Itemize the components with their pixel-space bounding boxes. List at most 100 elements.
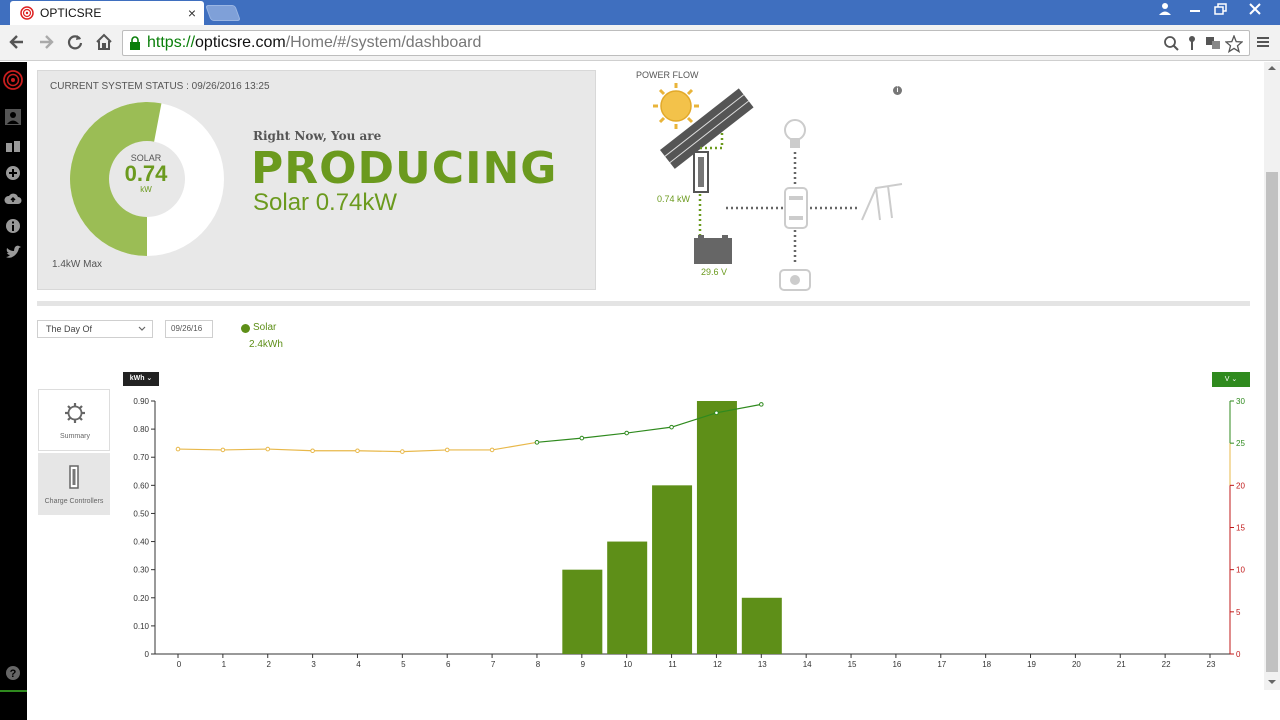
opticsre-logo-icon[interactable] (3, 70, 23, 90)
solar-legend-dot[interactable] (241, 324, 250, 333)
energy-chart: 0 0.10 0.20 0.30 0.40 0.50 0.60 0.70 0.80 0.90 0 5 1… (133, 397, 1245, 669)
solar-legend-label[interactable]: Solar (253, 322, 276, 333)
tab-close-icon[interactable]: × (188, 5, 196, 21)
summary-view-button[interactable]: Summary (38, 389, 110, 451)
info-icon[interactable] (4, 217, 22, 235)
charge-controllers-view-button[interactable]: Charge Controllers (38, 453, 110, 515)
add-icon[interactable] (4, 164, 22, 182)
y-tick-label: 0.40 (133, 538, 149, 547)
current-status-panel: CURRENT SYSTEM STATUS : 09/26/2016 13:25… (37, 70, 596, 290)
voltage-point (759, 402, 764, 407)
y-tick-label: 0.80 (133, 425, 149, 434)
twitter-icon[interactable] (4, 244, 22, 262)
range-select-value: The Day Of (46, 324, 93, 334)
x-tick-label: 23 (1207, 660, 1216, 669)
voltage-segment (357, 450, 403, 453)
inverter-icon (784, 187, 808, 229)
y-tick-label: 0.20 (133, 594, 149, 603)
y2-tick-label: 5 (1236, 608, 1241, 617)
y-tick-label: 0.90 (133, 397, 149, 406)
url-text: https://opticsre.com/Home/#/system/dashb… (147, 34, 481, 52)
url-host: opticsre.com (195, 34, 286, 51)
zoom-icon[interactable] (1163, 35, 1179, 51)
donut-readout: SOLAR 0.74 kW (108, 153, 184, 194)
y2-tick-label: 30 (1236, 397, 1245, 406)
battery-icon (694, 235, 732, 264)
reload-icon[interactable] (65, 32, 85, 52)
voltage-segment (626, 426, 672, 434)
back-icon[interactable] (7, 32, 27, 52)
voltage-point (624, 430, 629, 436)
restore-icon[interactable] (1212, 0, 1230, 18)
chart-bars (562, 401, 782, 654)
x-tick-label: 2 (267, 660, 272, 669)
x-tick-label: 9 (581, 660, 586, 669)
x-tick-label: 20 (1072, 660, 1081, 669)
donut-unit: kW (140, 185, 152, 194)
close-window-icon[interactable] (1246, 0, 1264, 18)
solar-bar (652, 485, 693, 654)
voltage-selector-button[interactable]: V ⌄ (1212, 372, 1250, 387)
generator-icon (779, 269, 811, 291)
page-scrollbar[interactable] (1264, 62, 1280, 690)
chart-voltage-line (175, 402, 764, 454)
x-tick-label: 4 (356, 660, 361, 669)
solar-bar (741, 597, 782, 654)
y2-tick-label: 20 (1236, 481, 1245, 490)
voltage-segment (177, 448, 223, 451)
key-icon[interactable] (1185, 35, 1199, 51)
x-tick-label: 18 (982, 660, 991, 669)
x-tick-label: 19 (1027, 660, 1036, 669)
scroll-down-icon[interactable] (1268, 678, 1276, 686)
y2-tick-label: 0 (1236, 650, 1241, 659)
minimize-icon[interactable] (1186, 0, 1204, 18)
voltage-segment (222, 448, 268, 451)
pv-power-label: 0.74 kW (657, 194, 691, 204)
x-tick-label: 13 (758, 660, 767, 669)
profile-icon[interactable] (1156, 0, 1174, 18)
url-scheme: https:// (147, 34, 196, 51)
x-tick-label: 0 (177, 660, 182, 669)
y-tick-label: 0.60 (133, 481, 149, 490)
date-input[interactable]: 09/26/16 (165, 320, 213, 338)
voltage-point (669, 424, 674, 430)
x-tick-label: 21 (1117, 660, 1126, 669)
scroll-up-icon[interactable] (1268, 64, 1276, 72)
forward-icon[interactable] (36, 32, 56, 52)
voltage-segment (402, 449, 448, 453)
help-icon[interactable]: ? (4, 664, 22, 682)
solar-bar (696, 401, 737, 654)
browser-tab[interactable]: OPTICSRE × (10, 1, 204, 25)
unit-selector-button[interactable]: kWh ⌄ (123, 372, 159, 386)
x-tick-label: 8 (536, 660, 541, 669)
address-bar[interactable]: https://opticsre.com/Home/#/system/dashb… (122, 30, 1250, 56)
solar-bar (562, 569, 603, 654)
y2-tick-label: 25 (1236, 439, 1245, 448)
charge-controller-icon (69, 465, 79, 489)
scrollbar-thumb[interactable] (1266, 172, 1278, 672)
devices-icon[interactable] (4, 138, 22, 156)
new-tab-button[interactable] (205, 5, 241, 21)
battery-voltage-label: 29.6 V (701, 267, 728, 277)
y-tick-label: 0.70 (133, 453, 149, 462)
star-icon[interactable] (1225, 35, 1243, 53)
range-select[interactable]: The Day Of (37, 320, 153, 338)
x-tick-label: 15 (848, 660, 857, 669)
cloud-upload-icon[interactable] (4, 190, 22, 208)
voltage-point (175, 446, 181, 452)
browser-menu-icon[interactable] (1256, 35, 1270, 49)
screen: OPTICSRE × https://opticsre.com/Home/#/s… (0, 0, 1280, 720)
summary-view-label: Summary (60, 433, 90, 440)
x-tick-label: 12 (713, 660, 722, 669)
home-icon[interactable] (94, 32, 114, 52)
status-timestamp: CURRENT SYSTEM STATUS : 09/26/2016 13:25 (50, 81, 270, 92)
voltage-point (355, 448, 360, 454)
x-tick-label: 14 (803, 660, 812, 669)
translate-icon[interactable] (1205, 35, 1221, 51)
x-tick-label: 5 (401, 660, 406, 669)
voltage-point (714, 410, 719, 416)
user-icon[interactable] (4, 108, 22, 126)
x-tick-label: 3 (311, 660, 316, 669)
voltage-point (534, 440, 540, 445)
x-tick-label: 10 (623, 660, 632, 669)
